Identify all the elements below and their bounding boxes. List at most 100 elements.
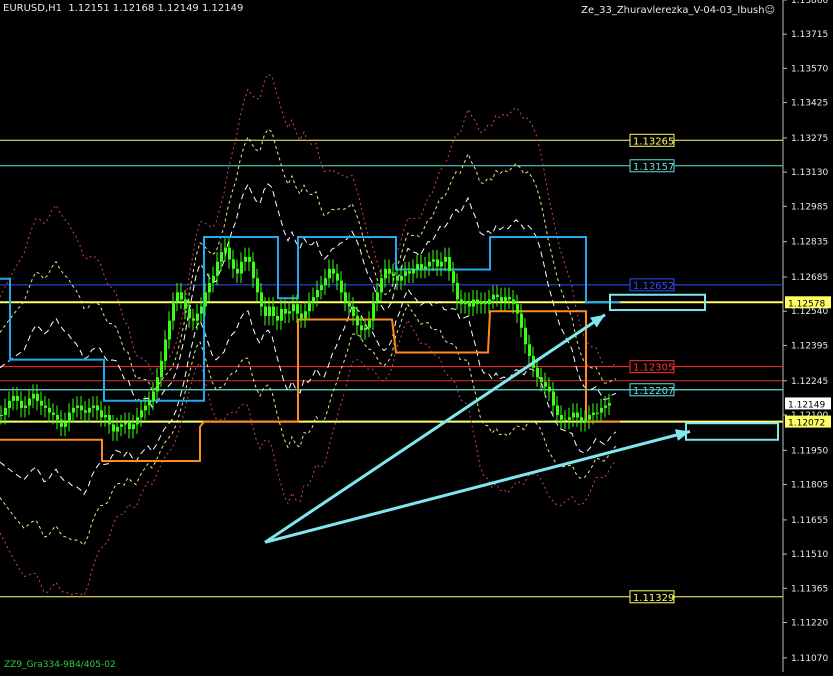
candle-body — [80, 405, 83, 411]
y-tick-label: 1.11655 — [791, 516, 828, 526]
level-label: 1.13265 — [633, 136, 674, 147]
candle-body — [276, 315, 279, 321]
candle-body — [600, 407, 603, 413]
candle-body — [352, 306, 355, 316]
candle-body — [512, 299, 515, 305]
candle-body — [212, 275, 215, 283]
candle-body — [224, 247, 227, 253]
candle-body — [344, 292, 347, 302]
candle-body — [540, 377, 543, 382]
candle-body — [468, 301, 471, 307]
candle-body — [196, 313, 199, 321]
y-tick-label: 1.12685 — [791, 273, 828, 283]
candle-body — [400, 275, 403, 281]
y-tick-label: 1.12835 — [791, 238, 828, 248]
candle-body — [336, 273, 339, 281]
candle-body — [608, 403, 611, 406]
candle-body — [556, 405, 559, 415]
candle-body — [572, 412, 575, 418]
candle-body — [552, 391, 555, 406]
candle-body — [240, 261, 243, 274]
candle-body — [296, 304, 299, 314]
candle-body — [72, 407, 75, 413]
candle-body — [208, 282, 211, 293]
candle-body — [452, 271, 455, 283]
candle-body — [340, 280, 343, 293]
candle-body — [544, 381, 547, 387]
candle-body — [192, 318, 195, 321]
candle-body — [180, 292, 183, 300]
candle-body — [472, 299, 475, 307]
candle-body — [220, 252, 223, 262]
level-label: 1.13157 — [633, 162, 674, 173]
candle-body — [56, 414, 59, 420]
candle-body — [320, 285, 323, 291]
level-label: 1.12207 — [633, 386, 674, 397]
candle-body — [436, 259, 439, 267]
candle-body — [268, 306, 271, 316]
candle-body — [116, 426, 119, 432]
candle-body — [164, 339, 167, 361]
candle-body — [84, 410, 87, 413]
annotation-box — [685, 422, 779, 441]
y-tick-label: 1.13275 — [791, 134, 828, 144]
candle-body — [332, 268, 335, 274]
candle-body — [584, 419, 587, 423]
candle-body — [524, 327, 527, 345]
candle-body — [20, 400, 23, 408]
chart-root: EURUSD,H1 1.12151 1.12168 1.12149 1.1214… — [0, 0, 833, 672]
candle-body — [76, 405, 79, 408]
candle-body — [36, 393, 39, 401]
candle-body — [360, 325, 363, 331]
candle-body — [120, 424, 123, 427]
candle-body — [384, 268, 387, 279]
y-tick-label: 1.12985 — [791, 202, 828, 212]
candle-body — [588, 414, 591, 420]
candle-body — [464, 301, 467, 305]
y-tick-label: 1.12395 — [791, 341, 828, 351]
candle-body — [408, 271, 411, 274]
candle-body — [204, 292, 207, 307]
envelope-lower-yellow — [0, 303, 617, 546]
candle-body — [136, 417, 139, 425]
candle-body — [520, 313, 523, 328]
candle-body — [188, 308, 191, 319]
candle-body — [388, 268, 391, 274]
candle-body — [432, 259, 435, 262]
candle-body — [576, 412, 579, 418]
candle-body — [112, 424, 115, 432]
candle-body — [324, 278, 327, 286]
candle-body — [364, 327, 367, 331]
annotation-arrowhead — [590, 314, 605, 328]
candle-body — [176, 292, 179, 302]
candle-body — [172, 301, 175, 321]
candle-body — [440, 261, 443, 267]
candle-body — [128, 422, 131, 430]
candle-body — [560, 414, 563, 420]
bottom-indicator-text: ZZ9_Gra334-9B4/405-02 — [4, 660, 116, 670]
candle-body — [168, 320, 171, 340]
candle-body — [492, 294, 495, 300]
candle-body — [496, 294, 499, 298]
y-tick-label: 1.11365 — [791, 584, 828, 594]
candle-body — [200, 306, 203, 314]
level-label: 1.12305 — [633, 363, 674, 374]
candle-body — [228, 247, 231, 260]
y-tick-label: 1.11070 — [791, 654, 828, 664]
candle-body — [328, 268, 331, 279]
y-tick-label: 1.13570 — [791, 64, 828, 74]
y-tick-label: 1.13860 — [791, 0, 828, 6]
candle-body — [244, 257, 247, 262]
candle-body — [412, 268, 415, 274]
candle-body — [484, 301, 487, 305]
candle-body — [48, 407, 51, 413]
candle-body — [60, 419, 63, 427]
chart-svg: 1.13860 1.13715 1.13570 1.13425 1.13275 1.131… — [0, 0, 831, 672]
y-tick-label: 1.11510 — [791, 550, 828, 560]
candle-body — [68, 412, 71, 423]
candle-body — [152, 391, 155, 401]
envelope-upper-red — [0, 73, 617, 375]
ohlc-values: 1.12151 1.12168 1.12149 1.12149 — [68, 3, 244, 14]
candle-body — [592, 412, 595, 415]
candle-body — [184, 299, 187, 309]
